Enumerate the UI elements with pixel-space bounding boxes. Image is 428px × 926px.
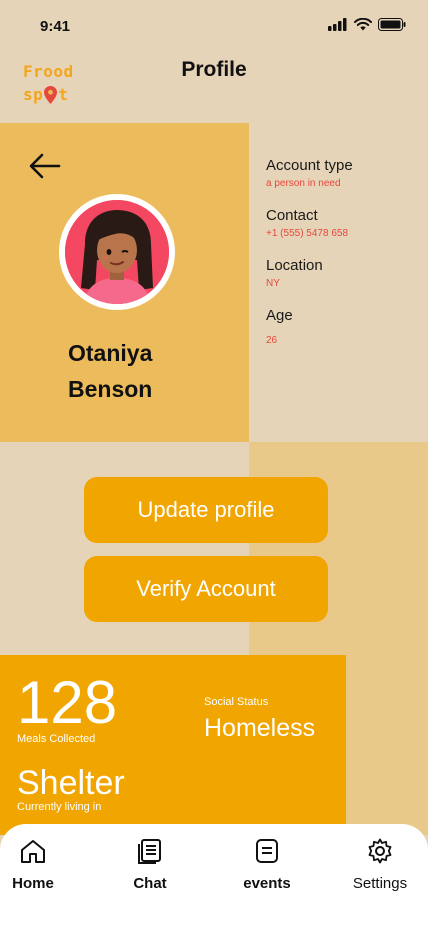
logo-line-2: sp t (23, 83, 93, 106)
meals-collected-label: Meals Collected (17, 733, 96, 745)
meals-collected-value: 128 (17, 669, 118, 736)
status-time: 9:41 (40, 18, 71, 35)
avatar (65, 200, 169, 304)
logo-line-2-start: sp (23, 85, 44, 104)
age-value: 26 (266, 335, 278, 346)
nav-item-events[interactable]: events (222, 838, 312, 892)
nav-label-settings: Settings (352, 875, 408, 892)
nav-item-settings[interactable]: Settings (335, 838, 425, 892)
shelter-value: Shelter (17, 764, 125, 802)
location-value: NY (266, 278, 280, 289)
page-title: Profile (181, 58, 247, 81)
age-label: Age (266, 307, 293, 324)
nav-label-events: events (243, 875, 291, 892)
shelter-label: Currently living in (17, 801, 102, 813)
profile-first-name: Otaniya (68, 340, 153, 366)
battery-icon (378, 18, 406, 31)
decorative-stripe (249, 442, 428, 655)
gear-icon (368, 838, 392, 864)
nav-item-home[interactable]: Home (0, 838, 78, 892)
nav-item-chat[interactable]: Chat (105, 838, 195, 892)
document-icon (138, 839, 161, 864)
signal-icon (328, 18, 347, 31)
status-icons (328, 18, 406, 31)
map-pin-icon (44, 85, 58, 104)
contact-label: Contact (266, 207, 318, 224)
social-status-value: Homeless (204, 714, 316, 742)
logo-line-2-end: t (58, 85, 69, 104)
contact-value: +1 (555) 5478 658 (266, 228, 349, 239)
social-status-label: Social Status (204, 696, 269, 708)
stats-side-block (346, 655, 428, 835)
account-type-value: a person in need (266, 178, 341, 189)
home-icon (21, 840, 45, 863)
account-type-label: Account type (266, 157, 353, 174)
avatar-person-icon (65, 200, 169, 304)
update-profile-button[interactable]: Update profile (84, 477, 328, 543)
nav-label-chat: Chat (133, 875, 167, 892)
avatar-ring (59, 194, 175, 310)
verify-account-button[interactable]: Verify Account (84, 556, 328, 622)
arrow-left-icon (29, 153, 61, 179)
location-label: Location (266, 257, 323, 274)
events-icon (256, 839, 278, 863)
wifi-icon (354, 18, 372, 31)
nav-label-home: Home (12, 875, 54, 892)
profile-last-name: Benson (68, 376, 153, 402)
back-button[interactable] (28, 150, 62, 182)
